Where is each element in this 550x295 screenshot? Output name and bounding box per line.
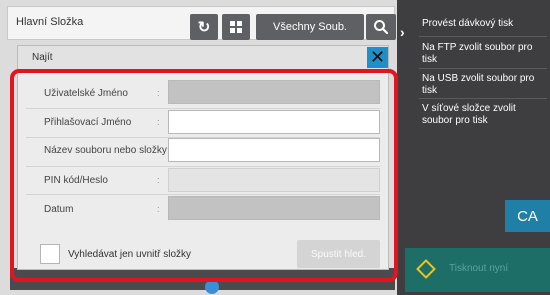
action-ftp-print[interactable]: Na FTP zvolit soubor pro tisk (422, 42, 547, 66)
preview-icon (205, 280, 219, 294)
highlight-frame (10, 69, 398, 282)
close-icon: ✕ (369, 47, 386, 67)
folder-title: Hlavní Složka (16, 16, 84, 28)
search-icon (374, 20, 389, 35)
refresh-button[interactable]: ↻ (190, 14, 218, 40)
dialog-header: Najít ✕ (18, 46, 388, 70)
ca-button[interactable]: CA (505, 200, 550, 232)
start-label: Tisknout nyní (449, 263, 509, 274)
action-usb-print[interactable]: Na USB zvolit soubor pro tisk (422, 73, 547, 97)
top-toolbar: Hlavní Složka ↻ Všechny Soub. (7, 6, 396, 40)
search-button[interactable] (366, 14, 396, 40)
close-button[interactable]: ✕ (367, 47, 388, 68)
all-files-button[interactable]: Všechny Soub. (256, 14, 364, 40)
divider (419, 68, 547, 69)
chevron-right-icon[interactable]: › (400, 24, 405, 40)
action-batch-print[interactable]: Provést dávkový tisk (422, 18, 547, 30)
start-print-button[interactable]: Tisknout nyní (405, 248, 550, 292)
grid-view-icon (230, 21, 242, 33)
dialog-title: Najít (32, 52, 53, 63)
divider (419, 98, 547, 99)
action-network-print[interactable]: V síťové složce zvolit soubor pro tisk (422, 103, 547, 127)
divider (419, 36, 547, 37)
refresh-icon: ↻ (197, 19, 211, 36)
view-toggle-button[interactable] (222, 14, 250, 40)
start-icon (416, 259, 436, 279)
